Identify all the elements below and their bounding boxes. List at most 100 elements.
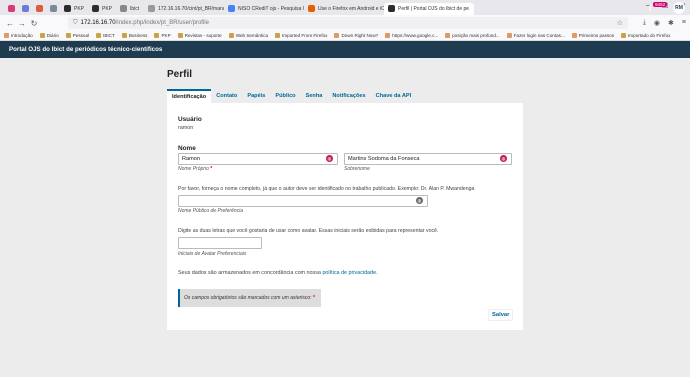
globe-icon[interactable]: ◍ bbox=[500, 155, 507, 162]
bookmark-item[interactable]: Fazer login nas Contas... bbox=[506, 33, 565, 38]
tab-favicon-icon bbox=[388, 5, 395, 12]
bookmark-item[interactable]: Web Semântica bbox=[228, 33, 269, 38]
given-name-input[interactable]: Ramon bbox=[178, 153, 338, 165]
bookmark-item[interactable]: posição mais profund... bbox=[445, 33, 500, 38]
bookmark-label: Fazer login nas Contas... bbox=[513, 33, 565, 38]
tab-publico[interactable]: Público bbox=[270, 89, 300, 103]
notifications-badge[interactable]: 9452 bbox=[653, 2, 668, 7]
bookmark-label: PKP bbox=[161, 33, 171, 38]
browser-tab[interactable] bbox=[18, 3, 32, 15]
bookmark-icon bbox=[445, 33, 451, 38]
profile-tabs: Identificação Contato Papéis Público Senha No… bbox=[167, 89, 416, 103]
account-icon[interactable]: ◉ bbox=[654, 19, 660, 27]
public-name-hint: Nome Público de Preferência bbox=[178, 208, 244, 214]
tab-chave-da-api[interactable]: Chave da API bbox=[371, 89, 417, 103]
bookmark-label: Down Right Now? bbox=[341, 33, 379, 38]
folder-icon bbox=[228, 33, 234, 38]
bookmark-item[interactable]: Imported From Firefox bbox=[275, 33, 327, 38]
tab-favicon-icon bbox=[92, 5, 99, 12]
browser-tab[interactable]: PKP bbox=[60, 3, 88, 15]
tab-favicon-icon bbox=[228, 5, 235, 12]
tab-favicon-icon bbox=[50, 5, 57, 12]
address-bar[interactable]: ⛉ 172.16.16.70 /index.php/index/pt_BR/us… bbox=[68, 17, 628, 29]
family-name-hint: Sobrenome bbox=[344, 166, 370, 172]
menu-icon[interactable]: ≡ bbox=[682, 19, 686, 27]
tab-label: Use o Firefox em Android e iOS bbox=[318, 5, 384, 12]
bookmark-item[interactable]: Business bbox=[121, 33, 147, 38]
site-title[interactable]: Portal OJS do Ibict de periódicos técnic… bbox=[9, 46, 162, 53]
required-fields-notice: Os campos obrigatórios são marcados com … bbox=[178, 289, 321, 307]
bookmark-item[interactable]: Pessoal bbox=[65, 33, 89, 38]
tab-papeis[interactable]: Papéis bbox=[242, 89, 270, 103]
user-avatar[interactable]: RM bbox=[673, 2, 685, 14]
extensions-icon[interactable]: ✱ bbox=[668, 19, 674, 27]
globe-icon[interactable]: ◍ bbox=[326, 155, 333, 162]
public-name-input[interactable] bbox=[178, 195, 428, 207]
browser-tab[interactable] bbox=[32, 3, 46, 15]
bookmark-label: IBICT bbox=[103, 33, 115, 38]
bookmark-label: Diário bbox=[46, 33, 59, 38]
shield-icon: ⛉ bbox=[73, 19, 78, 26]
tab-label: Ibict bbox=[130, 5, 140, 12]
tab-favicon-icon bbox=[22, 5, 29, 12]
family-name-input[interactable]: Martins Sodoma da Fonseca bbox=[344, 153, 512, 165]
tab-label: PKP bbox=[74, 5, 85, 12]
privacy-policy-link[interactable]: política de privacidade bbox=[322, 270, 376, 276]
browser-tab[interactable]: Ibict bbox=[116, 3, 144, 15]
back-icon[interactable]: ← bbox=[4, 19, 16, 28]
tab-label: 172.16.16.70/cint/pt_BR/manu bbox=[158, 5, 224, 12]
tab-contato[interactable]: Contato bbox=[211, 89, 242, 103]
tab-notificacoes[interactable]: Notificações bbox=[327, 89, 370, 103]
bookmarks-bar: Introdução Diário Pessoal IBICT Business PKP R… bbox=[0, 31, 690, 41]
notifications-icon[interactable]: i bbox=[649, 4, 651, 13]
bookmark-icon bbox=[385, 33, 391, 38]
tab-label: Perfil | Portal OJS do Ibict de pe bbox=[398, 5, 470, 12]
bookmark-item[interactable]: Importado do Firefox bbox=[621, 33, 670, 38]
reload-icon[interactable]: ↻ bbox=[28, 19, 40, 28]
folder-icon bbox=[121, 33, 127, 38]
browser-tab[interactable] bbox=[46, 3, 60, 15]
tab-favicon-icon bbox=[148, 5, 155, 12]
bookmark-star-icon[interactable]: ☆ bbox=[617, 19, 623, 27]
save-button[interactable]: Salvar bbox=[488, 309, 514, 321]
initials-input[interactable] bbox=[178, 237, 262, 249]
url-path: /index.php/index/pt_BR/user/profile bbox=[115, 20, 209, 26]
forward-icon[interactable]: → bbox=[16, 19, 28, 28]
bookmark-item[interactable]: https://www.google.c... bbox=[385, 33, 438, 38]
bookmark-item[interactable]: Down Right Now? bbox=[334, 33, 378, 38]
browser-tab[interactable]: 172.16.16.70/cint/pt_BR/manu bbox=[144, 3, 224, 15]
bookmark-item[interactable]: Diário bbox=[39, 33, 59, 38]
browser-tab[interactable]: NISO CRediT ojs - Pesquisa Go bbox=[224, 3, 304, 15]
bookmark-item[interactable]: Revistas - suporte bbox=[177, 33, 222, 38]
given-name-value: Ramon bbox=[182, 156, 201, 162]
folder-icon bbox=[154, 33, 160, 38]
bookmark-label: Web Semântica bbox=[235, 33, 269, 38]
browser-navbar: ← → ↻ ⛉ 172.16.16.70 /index.php/index/pt… bbox=[0, 15, 690, 31]
browser-tab[interactable]: Perfil | Portal OJS do Ibict de pe✕ bbox=[384, 2, 474, 15]
bookmark-label: Imported From Firefox bbox=[282, 33, 328, 38]
downloads-icon[interactable]: ⤓ bbox=[643, 19, 646, 27]
bookmark-item[interactable]: Primeiros passos bbox=[571, 33, 615, 38]
browser-tab[interactable]: PKP bbox=[88, 3, 116, 15]
browser-tab[interactable] bbox=[4, 3, 18, 15]
required-notice-text: Os campos obrigatórios são marcados com … bbox=[184, 295, 312, 301]
bookmark-label: Revistas - suporte bbox=[184, 33, 222, 38]
bookmark-icon bbox=[506, 33, 512, 38]
globe-icon[interactable]: ◍ bbox=[416, 197, 423, 204]
privacy-text: Seus dados são armazenados em concordânc… bbox=[178, 270, 321, 276]
browser-tabstrip: PKP PKP Ibict 172.16.16.70/cint/pt_BR/manu N… bbox=[0, 0, 690, 15]
bookmark-item[interactable]: Introdução bbox=[4, 33, 33, 38]
privacy-statement: Seus dados são armazenados em concordânc… bbox=[178, 270, 378, 276]
close-tab-icon[interactable]: ✕ bbox=[473, 6, 474, 12]
bookmark-label: Primeiros passos bbox=[578, 33, 615, 38]
bookmark-item[interactable]: IBICT bbox=[96, 33, 115, 38]
username-label: Usuário bbox=[178, 116, 202, 123]
tab-senha[interactable]: Senha bbox=[301, 89, 328, 103]
bookmark-icon bbox=[571, 33, 577, 38]
tab-favicon-icon bbox=[120, 5, 127, 12]
browser-tab[interactable]: Use o Firefox em Android e iOS bbox=[304, 3, 384, 15]
tab-label: PKP bbox=[102, 5, 113, 12]
tab-identificacao[interactable]: Identificação bbox=[167, 89, 212, 103]
bookmark-item[interactable]: PKP bbox=[154, 33, 171, 38]
initials-description: Digite as duas letras que você gostaria … bbox=[178, 228, 439, 234]
